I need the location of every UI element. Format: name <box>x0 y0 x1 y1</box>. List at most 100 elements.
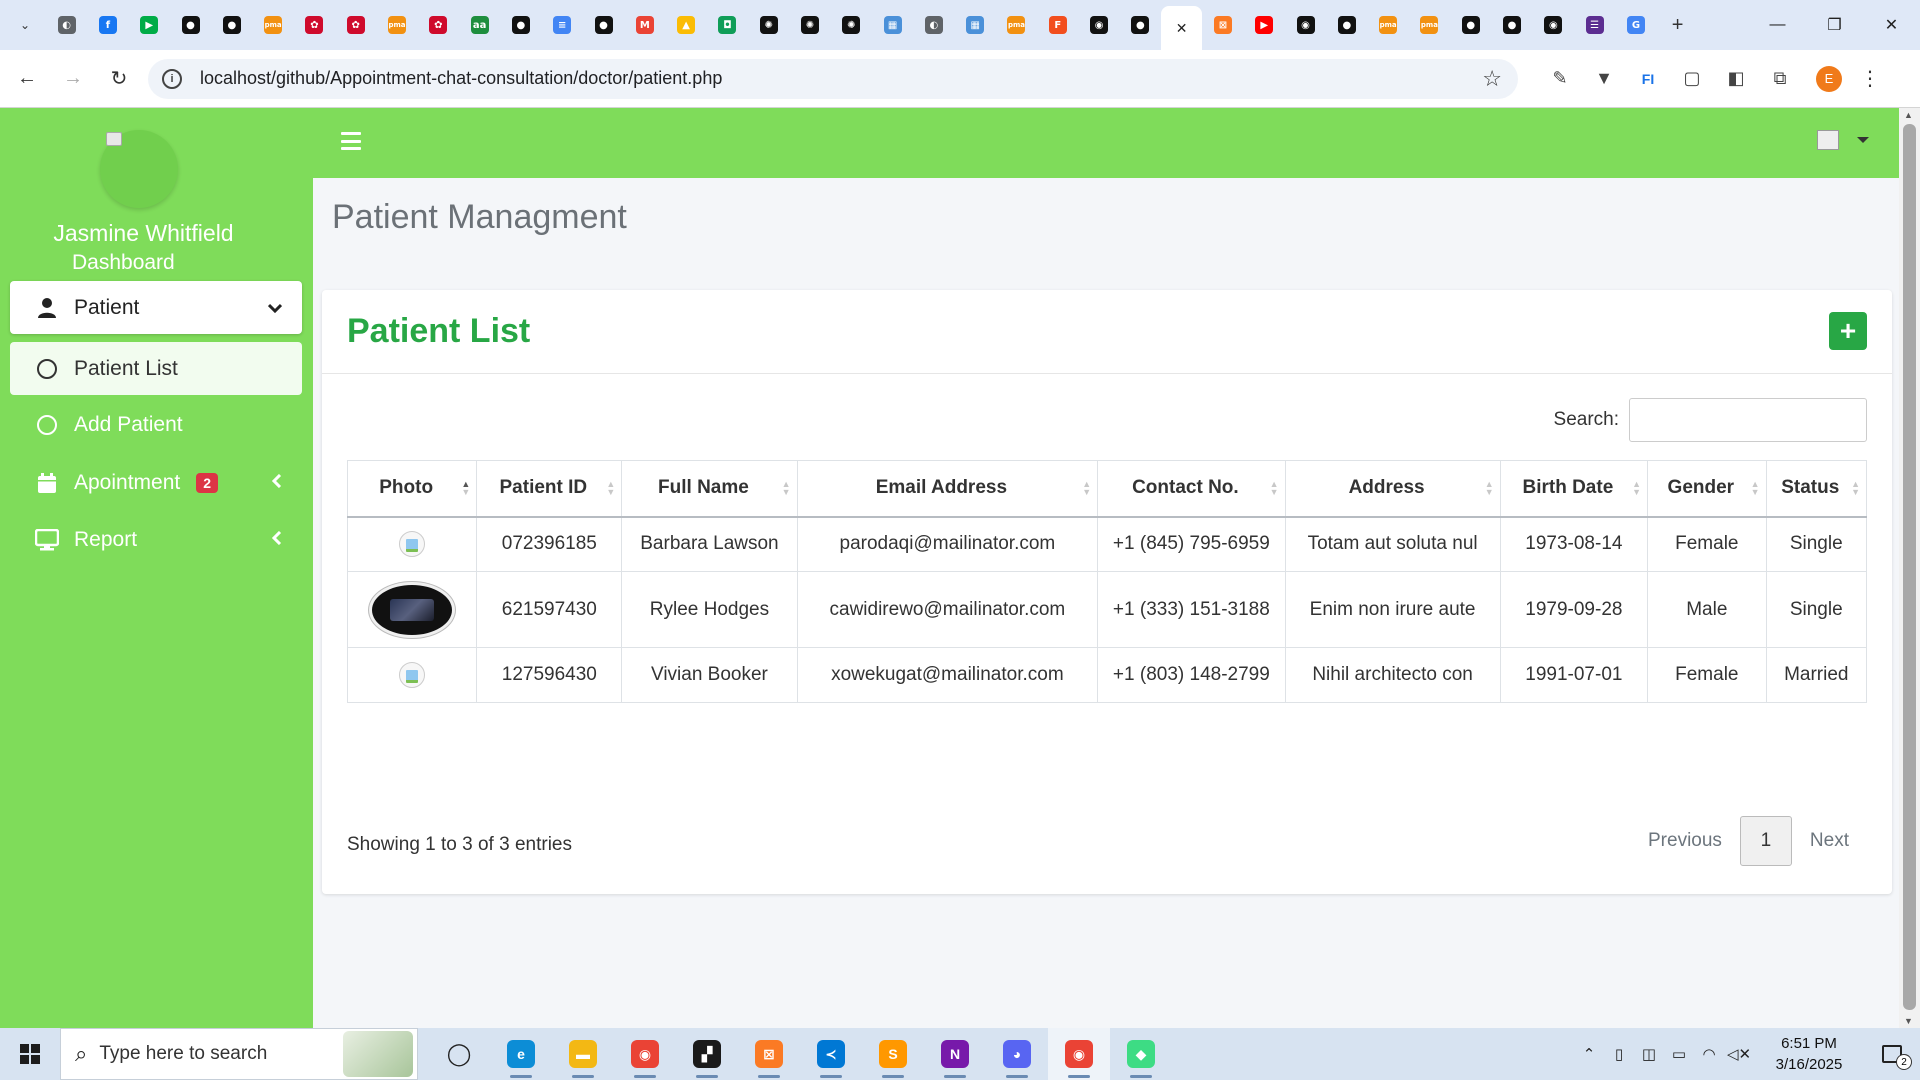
browser-tab[interactable]: ● <box>1491 6 1532 44</box>
taskbar-app[interactable]: ≺ <box>800 1028 862 1080</box>
volume-muted-icon[interactable]: ◁✕ <box>1724 1045 1754 1063</box>
sidebar-item-patient-list[interactable]: Patient List <box>10 342 302 395</box>
close-window-button[interactable]: ✕ <box>1863 0 1920 50</box>
browser-tab[interactable]: ▲ <box>665 6 706 44</box>
tab-search-chevron-icon[interactable]: ⌄ <box>12 12 38 38</box>
battery-icon[interactable]: ▭ <box>1664 1045 1694 1063</box>
browser-tab[interactable]: ✿ <box>418 6 459 44</box>
phone-link-icon[interactable]: ▯ <box>1604 1045 1634 1063</box>
column-header[interactable]: Birth Date ▲ ▼ <box>1499 460 1648 518</box>
browser-tab[interactable]: ✿ <box>294 6 335 44</box>
scroll-down-arrow-icon[interactable]: ▼ <box>1904 1016 1913 1026</box>
notification-center-button[interactable]: 2 <box>1870 1028 1914 1080</box>
eyedropper-extension-icon[interactable]: ✎ <box>1538 60 1582 98</box>
sidebar-item-patient[interactable]: Patient <box>10 281 302 334</box>
taskbar-app[interactable]: ◉ <box>1048 1028 1110 1080</box>
taskbar-app[interactable]: e <box>490 1028 552 1080</box>
wifi-icon[interactable]: ◠ <box>1694 1045 1724 1063</box>
site-info-icon[interactable]: i <box>162 68 182 89</box>
taskbar-app[interactable]: ◕ <box>986 1028 1048 1080</box>
sidebar-item-add-patient[interactable]: Add Patient <box>10 398 302 451</box>
browser-tab[interactable]: ● <box>1120 6 1161 44</box>
column-header[interactable]: Gender ▲ ▼ <box>1647 460 1767 518</box>
browser-tab[interactable]: ✺ <box>748 6 789 44</box>
browser-tab[interactable]: G <box>1615 6 1656 44</box>
restore-button[interactable]: ❐ <box>1806 0 1863 50</box>
browser-tab[interactable]: ◐ <box>46 6 87 44</box>
browser-tab[interactable]: M <box>624 6 665 44</box>
browser-tab[interactable]: ✿ <box>335 6 376 44</box>
vue-devtools-icon[interactable]: ▼ <box>1582 60 1626 98</box>
browser-tab[interactable]: ▦ <box>872 6 913 44</box>
screen-reader-extension-icon[interactable]: ◧ <box>1714 60 1758 98</box>
taskbar-app[interactable]: ⊠ <box>738 1028 800 1080</box>
extensions-puzzle-icon[interactable]: ⧉ <box>1758 60 1802 98</box>
back-button[interactable]: ← <box>8 60 46 98</box>
reload-button[interactable]: ↻ <box>100 60 138 98</box>
browser-tab[interactable]: ✺ <box>831 6 872 44</box>
taskbar-app[interactable]: N <box>924 1028 986 1080</box>
next-page-button[interactable]: Next <box>1792 816 1867 866</box>
scrollbar-thumb[interactable] <box>1903 124 1916 1010</box>
taskbar-app[interactable]: ◯ <box>428 1028 490 1080</box>
system-clock[interactable]: 6:51 PM 3/16/2025 <box>1764 1033 1854 1075</box>
fi-extension-icon[interactable]: FI <box>1626 60 1670 98</box>
page-scrollbar[interactable]: ▲ ▼ <box>1899 108 1920 1028</box>
browser-tab[interactable]: ◘ <box>707 6 748 44</box>
browser-tab[interactable]: ◉ <box>1078 6 1119 44</box>
browser-tab[interactable]: ≡ <box>542 6 583 44</box>
browser-tab[interactable]: ⊠ <box>1202 6 1243 44</box>
browser-tab[interactable]: pma <box>996 6 1037 44</box>
taskbar-app[interactable]: ▬ <box>552 1028 614 1080</box>
url-text[interactable]: localhost/github/Appointment-chat-consul… <box>200 68 722 89</box>
browser-tab[interactable]: ◐ <box>913 6 954 44</box>
column-header[interactable]: Status ▲ ▼ <box>1765 460 1868 518</box>
meet-now-icon[interactable]: ◫ <box>1634 1045 1664 1063</box>
browser-tab[interactable]: F <box>1037 6 1078 44</box>
omnibox[interactable]: i localhost/github/Appointment-chat-cons… <box>148 58 1518 99</box>
page-1-button[interactable]: 1 <box>1739 816 1792 866</box>
browser-tab[interactable]: ▶ <box>1244 6 1285 44</box>
start-button[interactable] <box>0 1028 60 1080</box>
taskbar-app[interactable]: S <box>862 1028 924 1080</box>
browser-tab[interactable]: ☰ <box>1574 6 1615 44</box>
bookmark-star-icon[interactable]: ☆ <box>1482 66 1502 92</box>
show-hidden-icons-icon[interactable]: ⌃ <box>1574 1045 1604 1063</box>
browser-tab[interactable]: ● <box>583 6 624 44</box>
browser-tab[interactable]: f <box>87 6 128 44</box>
column-header[interactable]: Contact No. ▲ ▼ <box>1097 460 1286 518</box>
search-input[interactable] <box>1629 398 1867 442</box>
column-header[interactable]: Email Address ▲ ▼ <box>796 460 1098 518</box>
browser-tab[interactable]: pma <box>1409 6 1450 44</box>
add-patient-button[interactable]: + <box>1829 312 1867 350</box>
taskbar-search[interactable]: ⌕ Type here to search <box>60 1028 418 1080</box>
scroll-up-arrow-icon[interactable]: ▲ <box>1904 110 1913 120</box>
browser-tab[interactable]: ◉ <box>1285 6 1326 44</box>
browser-tab[interactable]: ◉ <box>1533 6 1574 44</box>
column-header[interactable]: Photo ▲ ▼ <box>346 460 477 518</box>
sidebar-item-report[interactable]: Report <box>10 513 302 566</box>
browser-tab[interactable]: ▦ <box>955 6 996 44</box>
column-header[interactable]: Patient ID ▲ ▼ <box>476 460 622 518</box>
new-tab-button[interactable]: + <box>1661 8 1695 42</box>
browser-tab[interactable]: ✕ <box>1161 6 1203 50</box>
browser-tab[interactable]: ● <box>1450 6 1491 44</box>
minimize-button[interactable]: — <box>1749 0 1806 50</box>
browser-tab[interactable]: aa <box>459 6 500 44</box>
taskbar-app[interactable]: ▞ <box>676 1028 738 1080</box>
column-header[interactable]: Address ▲ ▼ <box>1284 460 1501 518</box>
previous-page-button[interactable]: Previous <box>1630 816 1740 866</box>
browser-tab[interactable]: ● <box>1326 6 1367 44</box>
browser-tab[interactable]: pma <box>1368 6 1409 44</box>
user-dropdown[interactable] <box>1817 130 1869 150</box>
taskbar-app[interactable]: ◉ <box>614 1028 676 1080</box>
browser-tab[interactable]: ● <box>500 6 541 44</box>
browser-tab[interactable]: ▶ <box>129 6 170 44</box>
browser-tab[interactable]: pma <box>376 6 417 44</box>
forward-button[interactable]: → <box>54 60 92 98</box>
column-header[interactable]: Full Name ▲ ▼ <box>621 460 798 518</box>
sidebar-item-appointment[interactable]: Apointment 2 <box>10 456 302 509</box>
blank-extension-icon[interactable]: ▢ <box>1670 60 1714 98</box>
browser-tab[interactable]: ✺ <box>789 6 830 44</box>
taskbar-app[interactable]: ◆ <box>1110 1028 1172 1080</box>
